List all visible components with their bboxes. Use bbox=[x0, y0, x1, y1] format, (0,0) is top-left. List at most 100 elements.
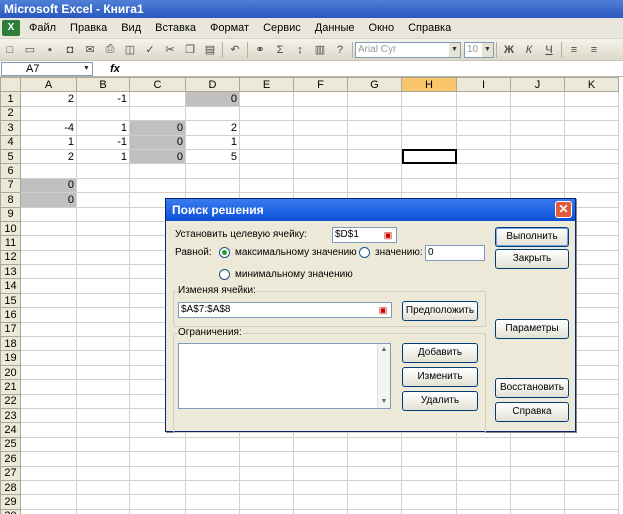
cell-e4[interactable] bbox=[239, 134, 294, 150]
row-header[interactable]: 13 bbox=[0, 264, 21, 280]
cell-j7[interactable] bbox=[510, 177, 565, 194]
row-header[interactable]: 20 bbox=[0, 364, 21, 381]
row-header[interactable]: 10 bbox=[0, 220, 21, 237]
constraints-list[interactable]: ▲ ▼ bbox=[178, 343, 391, 409]
cell-a5[interactable]: 2 bbox=[20, 148, 77, 165]
column-header-h[interactable]: H bbox=[401, 77, 457, 93]
menu-data[interactable]: Данные bbox=[308, 22, 362, 34]
cell-k1[interactable] bbox=[564, 91, 619, 107]
cell-h26[interactable] bbox=[401, 451, 457, 467]
cell-j26[interactable] bbox=[510, 451, 565, 467]
cell-a19[interactable] bbox=[20, 350, 77, 366]
font-size-combo[interactable]: 10 ▼ bbox=[464, 41, 494, 58]
column-header-b[interactable]: B bbox=[76, 77, 130, 93]
cell-d7[interactable] bbox=[185, 177, 240, 194]
cell-i27[interactable] bbox=[456, 465, 511, 481]
autosum-icon[interactable]: Σ bbox=[272, 42, 288, 58]
chart-icon[interactable]: ▥ bbox=[312, 42, 328, 58]
cell-c5[interactable]: 0 bbox=[129, 148, 186, 165]
chevron-down-icon[interactable]: ▼ bbox=[81, 63, 92, 75]
cell-d30[interactable] bbox=[185, 508, 240, 514]
align-left-icon[interactable]: ≡ bbox=[566, 42, 582, 58]
cell-d6[interactable] bbox=[185, 163, 240, 179]
cell-e25[interactable] bbox=[239, 436, 294, 453]
menu-tools[interactable]: Сервис bbox=[256, 22, 308, 34]
cell-b1[interactable]: -1 bbox=[76, 91, 130, 107]
dialog-title-bar[interactable]: Поиск решения ✕ bbox=[166, 199, 575, 221]
max-radio[interactable] bbox=[219, 247, 230, 258]
cell-b20[interactable] bbox=[76, 364, 130, 381]
cell-j30[interactable] bbox=[510, 508, 565, 514]
solve-button[interactable]: Выполнить bbox=[495, 227, 569, 247]
cell-k30[interactable] bbox=[564, 508, 619, 514]
cell-j2[interactable] bbox=[510, 105, 565, 122]
cell-a2[interactable] bbox=[20, 105, 77, 122]
target-cell-input[interactable]: $D$1 ▣ bbox=[332, 227, 397, 243]
cell-h3[interactable] bbox=[401, 120, 457, 136]
collapse-dialog-icon[interactable]: ▣ bbox=[376, 304, 390, 316]
row-header[interactable]: 5 bbox=[0, 148, 21, 165]
cell-b27[interactable] bbox=[76, 465, 130, 481]
delete-button[interactable]: Удалить bbox=[402, 391, 478, 411]
cell-g27[interactable] bbox=[347, 465, 402, 481]
cell-g1[interactable] bbox=[347, 91, 402, 107]
name-box[interactable]: A7 ▼ bbox=[1, 61, 93, 76]
open-icon[interactable]: ▭ bbox=[22, 42, 38, 58]
cell-a13[interactable] bbox=[20, 264, 77, 280]
row-header[interactable]: 1 bbox=[0, 91, 21, 107]
row-header[interactable]: 4 bbox=[0, 134, 21, 150]
cell-i28[interactable] bbox=[456, 479, 511, 496]
cell-c6[interactable] bbox=[129, 163, 186, 179]
row-header[interactable]: 22 bbox=[0, 393, 21, 409]
cell-a17[interactable] bbox=[20, 321, 77, 338]
cell-h4[interactable] bbox=[401, 134, 457, 150]
cell-a22[interactable] bbox=[20, 393, 77, 409]
cell-i4[interactable] bbox=[456, 134, 511, 150]
column-header-e[interactable]: E bbox=[239, 77, 294, 93]
cell-f26[interactable] bbox=[293, 451, 348, 467]
undo-icon[interactable]: ↶ bbox=[227, 42, 243, 58]
menu-help[interactable]: Справка bbox=[401, 22, 458, 34]
copy-icon[interactable]: ❐ bbox=[182, 42, 198, 58]
new-icon[interactable]: □ bbox=[2, 42, 18, 58]
cell-b25[interactable] bbox=[76, 436, 130, 453]
cell-f27[interactable] bbox=[293, 465, 348, 481]
cell-g3[interactable] bbox=[347, 120, 402, 136]
add-button[interactable]: Добавить bbox=[402, 343, 478, 363]
column-header-c[interactable]: C bbox=[129, 77, 186, 93]
cell-i29[interactable] bbox=[456, 494, 511, 510]
row-header[interactable]: 30 bbox=[0, 508, 21, 514]
cell-b12[interactable] bbox=[76, 249, 130, 266]
cell-b17[interactable] bbox=[76, 321, 130, 338]
cell-c3[interactable]: 0 bbox=[129, 120, 186, 136]
row-header[interactable]: 11 bbox=[0, 235, 21, 251]
permission-icon[interactable]: ◘ bbox=[62, 42, 78, 58]
cell-b2[interactable] bbox=[76, 105, 130, 122]
cell-c26[interactable] bbox=[129, 451, 186, 467]
cell-d2[interactable] bbox=[185, 105, 240, 122]
row-header[interactable]: 9 bbox=[0, 206, 21, 222]
cell-e5[interactable] bbox=[239, 148, 294, 165]
cell-b24[interactable] bbox=[76, 422, 130, 438]
bold-button[interactable]: Ж bbox=[501, 42, 517, 58]
cell-j25[interactable] bbox=[510, 436, 565, 453]
cell-a6[interactable] bbox=[20, 163, 77, 179]
cell-a21[interactable] bbox=[20, 379, 77, 395]
formula-input[interactable] bbox=[137, 62, 623, 76]
cell-c2[interactable] bbox=[129, 105, 186, 122]
cell-i6[interactable] bbox=[456, 163, 511, 179]
guess-button[interactable]: Предположить bbox=[402, 301, 478, 321]
font-name-combo[interactable]: Arial Cyr ▼ bbox=[355, 41, 461, 58]
row-header[interactable]: 24 bbox=[0, 422, 21, 438]
cell-b21[interactable] bbox=[76, 379, 130, 395]
cell-k25[interactable] bbox=[564, 436, 619, 453]
chevron-down-icon[interactable]: ▼ bbox=[482, 42, 493, 57]
cell-h1[interactable] bbox=[401, 91, 457, 107]
cell-b4[interactable]: -1 bbox=[76, 134, 130, 150]
row-header[interactable]: 19 bbox=[0, 350, 21, 366]
menu-edit[interactable]: Правка bbox=[63, 22, 114, 34]
cell-i30[interactable] bbox=[456, 508, 511, 514]
cell-i7[interactable] bbox=[456, 177, 511, 194]
row-header[interactable]: 15 bbox=[0, 292, 21, 309]
cell-f2[interactable] bbox=[293, 105, 348, 122]
